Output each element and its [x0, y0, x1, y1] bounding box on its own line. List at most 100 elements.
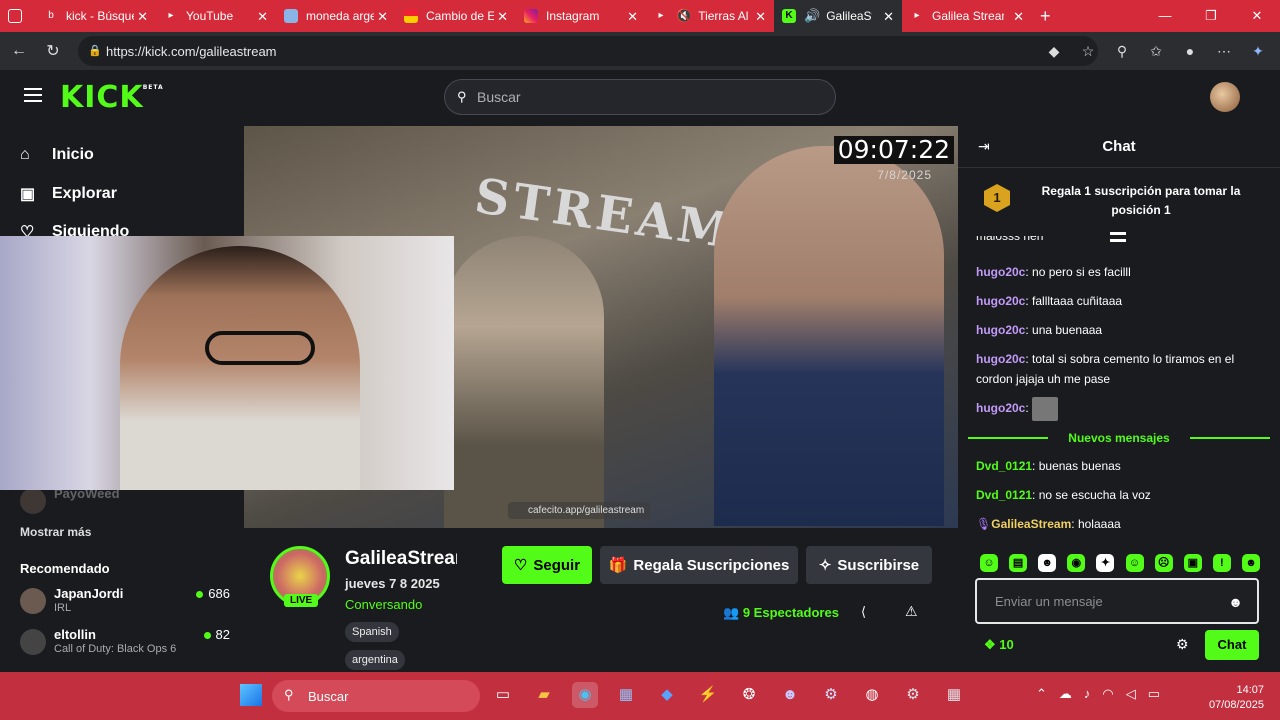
- stream-tag[interactable]: argentina: [345, 650, 405, 670]
- battery-icon[interactable]: ▭: [1148, 686, 1160, 702]
- store-icon[interactable]: ▦: [613, 682, 639, 708]
- emote-icon[interactable]: ▤: [1009, 554, 1028, 572]
- send-chat-button[interactable]: Chat: [1205, 630, 1259, 660]
- file-explorer-icon[interactable]: ▰: [531, 682, 557, 708]
- search-input[interactable]: ⚲ Buscar: [444, 79, 836, 115]
- browser-tab[interactable]: ▸ YouTube ✕: [156, 0, 276, 32]
- maximize-icon[interactable]: ❐: [1188, 0, 1234, 32]
- minimize-icon[interactable]: —: [1142, 0, 1188, 32]
- chat-username[interactable]: GalileaStream: [991, 517, 1071, 531]
- windows-start-icon[interactable]: [240, 684, 262, 706]
- chat-message-input[interactable]: Enviar un mensaje ☻: [975, 578, 1259, 624]
- muted-speaker-icon[interactable]: 🔇: [676, 8, 692, 24]
- close-icon[interactable]: ✕: [257, 9, 268, 25]
- speaker-icon[interactable]: 🔊: [804, 8, 820, 24]
- close-icon[interactable]: ✕: [1013, 9, 1024, 25]
- dropbox-icon[interactable]: ◆: [654, 682, 680, 708]
- emote-icon[interactable]: ☻: [1241, 554, 1260, 572]
- chat-username[interactable]: hugo20c: [976, 352, 1025, 366]
- emote-icon[interactable]: ☻: [1038, 554, 1057, 572]
- taskbar-clock[interactable]: 14:07 07/08/2025: [1209, 683, 1264, 713]
- browser-tab[interactable]: b kick - Búsqueda✕: [36, 0, 156, 32]
- menu-icon[interactable]: [24, 88, 42, 102]
- chat-username[interactable]: hugo20c: [976, 294, 1025, 308]
- favorites-icon[interactable]: ✩: [1144, 38, 1168, 64]
- stream-category[interactable]: Conversando: [345, 597, 422, 612]
- profile-icon[interactable]: ●: [1178, 38, 1202, 64]
- webcam-overlay[interactable]: [0, 236, 454, 490]
- chat-username[interactable]: hugo20c: [976, 401, 1025, 415]
- close-icon[interactable]: ✕: [377, 9, 388, 25]
- chat-message[interactable]: Dvd_0121: no se escucha la voz: [976, 485, 1266, 505]
- taskbar-search[interactable]: ⚲ Buscar: [272, 680, 480, 712]
- url-field[interactable]: 🔒 https://kick.com/galileastream: [78, 36, 1098, 66]
- sidebar-item-inicio[interactable]: ⌂ Inicio: [20, 146, 94, 164]
- obs-icon[interactable]: ◍: [859, 682, 885, 708]
- chat-message[interactable]: hugo20c: una buenaaa: [976, 320, 1266, 340]
- tag-icon[interactable]: ◆: [1042, 38, 1066, 64]
- close-icon[interactable]: ✕: [497, 9, 508, 25]
- discord-icon[interactable]: ☻: [777, 682, 803, 708]
- chevron-up-icon[interactable]: ⌃: [1036, 686, 1047, 702]
- chat-username[interactable]: Dvd_0121: [976, 459, 1032, 473]
- network-alert-icon[interactable]: ☁: [1059, 686, 1072, 702]
- wifi-icon[interactable]: ◠: [1102, 686, 1113, 702]
- share-icon[interactable]: ⟨: [861, 604, 866, 620]
- emote-icon[interactable]: ☹: [1154, 554, 1173, 572]
- favorite-star-icon[interactable]: ☆: [1076, 38, 1100, 64]
- chat-message[interactable]: 🎙GalileaStream: holaaaa: [976, 514, 1266, 534]
- emote-icon[interactable]: ☺: [1125, 554, 1144, 572]
- channel-name[interactable]: GalileaStream: [345, 548, 457, 570]
- chat-message[interactable]: hugo20c: total si sobra cemento lo tiram…: [976, 349, 1266, 389]
- reader-icon[interactable]: ⚲: [1110, 38, 1134, 64]
- close-icon[interactable]: ✕: [883, 9, 894, 25]
- stream-tag[interactable]: Spanish: [345, 622, 399, 642]
- sidebar-item-explorar[interactable]: ▣ Explorar: [20, 184, 117, 204]
- user-avatar[interactable]: [1210, 82, 1240, 112]
- calculator-icon[interactable]: ▦: [941, 682, 967, 708]
- browser-tab[interactable]: moneda argentina✕: [276, 0, 396, 32]
- chat-username[interactable]: Dvd_0121: [976, 488, 1032, 502]
- chat-username[interactable]: hugo20c: [976, 323, 1025, 337]
- volume-icon[interactable]: ◁: [1126, 686, 1136, 702]
- emote-icon[interactable]: ◉: [1067, 554, 1086, 572]
- emote-icon[interactable]: ☺: [980, 554, 998, 572]
- gear-icon[interactable]: ⚙: [1176, 636, 1189, 653]
- pinned-gift-banner[interactable]: 1 Regala 1 suscripción para tomar la pos…: [958, 170, 1280, 242]
- edge-icon[interactable]: ◉: [572, 682, 598, 708]
- chatgpt-icon[interactable]: ❂: [736, 682, 762, 708]
- browser-tab-active[interactable]: K 🔊 GalileaStream ✕: [774, 0, 902, 32]
- browser-tab[interactable]: Instagram ✕: [516, 0, 646, 32]
- back-arrow-icon[interactable]: ←: [2, 42, 36, 60]
- lock-icon[interactable]: 🔒: [88, 44, 102, 57]
- close-icon[interactable]: ✕: [755, 9, 766, 25]
- chat-username[interactable]: hugo20c: [976, 265, 1025, 279]
- emoji-icon[interactable]: ☻: [1228, 594, 1243, 610]
- chat-message[interactable]: hugo20c: no pero si es facilll: [976, 262, 1266, 282]
- close-window-icon[interactable]: ✕: [1234, 0, 1280, 32]
- microphone-icon[interactable]: ♪: [1084, 686, 1091, 702]
- task-view-icon[interactable]: ▭: [490, 682, 516, 708]
- recommended-channel[interactable]: eltollin Call of Duty: Black Ops 6 82: [20, 625, 230, 659]
- browser-tab[interactable]: ▸ Galilea Stream ✕: [902, 0, 1032, 32]
- new-tab-button[interactable]: +: [1032, 0, 1068, 32]
- browser-tab[interactable]: ▸ 🔇 Tierras Al ✕: [646, 0, 774, 32]
- subscribe-button[interactable]: ✧ Suscribirse: [806, 546, 932, 584]
- chat-message[interactable]: hugo20c:: [976, 397, 1266, 421]
- gift-subs-button[interactable]: 🎁 Regala Suscripciones: [600, 546, 798, 584]
- emote-icon[interactable]: !: [1212, 554, 1231, 572]
- copilot-icon[interactable]: ✦: [1246, 38, 1270, 64]
- channel-points[interactable]: ❖ 10: [984, 637, 1014, 653]
- report-icon[interactable]: ⚠: [905, 603, 918, 620]
- chat-message[interactable]: hugo20c: fallltaaa cuñitaaa: [976, 291, 1266, 311]
- settings-icon[interactable]: ⚙: [900, 682, 926, 708]
- browser-tab[interactable]: Cambio de Euro✕: [396, 0, 516, 32]
- recommended-channel[interactable]: JapanJordi IRL 686: [20, 584, 230, 618]
- steam-icon[interactable]: ⚙: [818, 682, 844, 708]
- tab-actions-button[interactable]: [0, 0, 36, 32]
- more-icon[interactable]: ⋯: [1212, 38, 1236, 64]
- close-icon[interactable]: ✕: [137, 9, 148, 25]
- lightning-app-icon[interactable]: ⚡: [695, 682, 721, 708]
- refresh-icon[interactable]: ↻: [36, 41, 70, 61]
- chat-message[interactable]: Dvd_0121: buenas buenas: [976, 456, 1266, 476]
